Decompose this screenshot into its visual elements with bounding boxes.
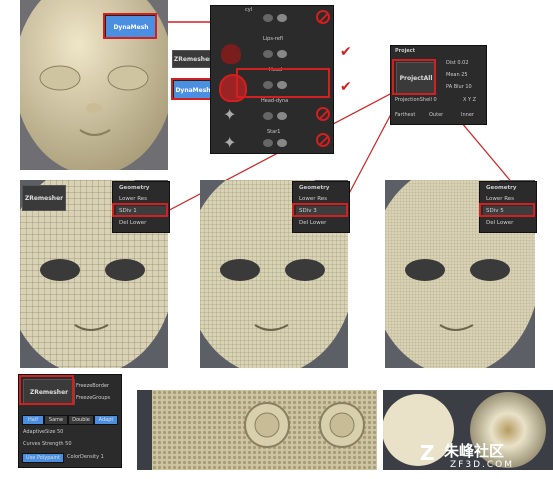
geometry-title-2: Geometry bbox=[299, 184, 330, 191]
same-button[interactable]: Same bbox=[44, 415, 68, 425]
no-icon-0 bbox=[316, 10, 330, 24]
freeze-border-button[interactable]: FreezeBorder bbox=[76, 383, 109, 389]
watermark-url: ZF3D.COM bbox=[450, 460, 514, 470]
pa-blur-slider[interactable]: PA Blur 10 bbox=[446, 84, 472, 90]
check-icon-2: ✔ bbox=[340, 79, 352, 95]
toggle-row-1[interactable] bbox=[263, 50, 323, 58]
watermark-logo-icon: Z bbox=[420, 441, 435, 465]
geometry-title-3: Geometry bbox=[486, 184, 517, 191]
sdiv1-highlight bbox=[112, 203, 168, 217]
mean-slider[interactable]: Mean 25 bbox=[446, 72, 468, 78]
del-lower-button-2[interactable]: Del Lower bbox=[296, 218, 346, 227]
star-thumb[interactable]: ✦ bbox=[223, 106, 241, 124]
texture-render bbox=[152, 390, 377, 470]
lower-res-button-2[interactable]: Lower Res bbox=[296, 194, 346, 203]
del-lower-button-3[interactable]: Del Lower bbox=[483, 218, 533, 227]
no-icon-3 bbox=[316, 107, 330, 121]
outer-button[interactable]: Outer bbox=[429, 112, 443, 118]
sdiv5-highlight bbox=[479, 203, 535, 217]
use-polypaint-button[interactable]: Use Polypaint bbox=[22, 453, 64, 463]
dynamesh-highlight bbox=[103, 13, 157, 39]
toggle-row-0[interactable] bbox=[263, 14, 323, 22]
del-lower-button-1[interactable]: Del Lower bbox=[116, 218, 166, 227]
project-title: Project bbox=[395, 48, 416, 54]
dist-slider[interactable]: Dist 0.02 bbox=[446, 60, 469, 66]
projection-shell-slider[interactable]: ProjectionShell 0 bbox=[395, 97, 437, 103]
toggle-row-4[interactable] bbox=[263, 139, 323, 147]
subtool-label-1: Lips-refl bbox=[263, 36, 283, 42]
subtool-label-0: cyl bbox=[245, 7, 253, 13]
watermark: Z 朱峰社区 ZF3D.COM bbox=[420, 440, 553, 476]
sdiv3-highlight bbox=[292, 203, 348, 217]
lower-res-button-1[interactable]: Lower Res bbox=[116, 194, 166, 203]
zremesher-highlight bbox=[19, 375, 74, 405]
geometry-title-1: Geometry bbox=[119, 184, 150, 191]
farthest-button[interactable]: Farthest bbox=[395, 112, 415, 118]
inner-button[interactable]: Inner bbox=[461, 112, 474, 118]
toggle-row-3[interactable] bbox=[263, 112, 323, 120]
zremesher-label-1: ZRemesher bbox=[22, 185, 66, 211]
texture-detail-view bbox=[137, 390, 377, 470]
subtool-item-head-thumb[interactable] bbox=[221, 44, 241, 64]
head-subtool-highlight bbox=[236, 68, 330, 98]
no-icon-4 bbox=[316, 133, 330, 147]
zremesher-button-top[interactable]: ZRemesher bbox=[172, 50, 214, 68]
project-all-highlight bbox=[392, 59, 436, 95]
subtool-label-3: Head-dyna bbox=[261, 98, 289, 104]
freeze-groups-button[interactable]: FreezeGroups bbox=[76, 395, 110, 401]
color-density-slider[interactable]: ColorDensity 1 bbox=[67, 454, 104, 460]
star-thumb-2[interactable]: ✦ bbox=[223, 134, 241, 152]
xyz-toggle[interactable]: X Y Z bbox=[463, 97, 476, 103]
check-icon-1: ✔ bbox=[340, 44, 352, 60]
adaptive-size-slider[interactable]: AdaptiveSize 50 bbox=[23, 429, 63, 435]
half-button[interactable]: Half bbox=[22, 415, 44, 425]
subtool-label-4: Star1 bbox=[267, 129, 281, 135]
double-button[interactable]: Double bbox=[68, 415, 94, 425]
watermark-text-cn: 朱峰社区 bbox=[444, 442, 505, 460]
curves-strength-slider[interactable]: Curves Strength 50 bbox=[23, 441, 72, 447]
lower-res-button-3[interactable]: Lower Res bbox=[483, 194, 533, 203]
adapt-button[interactable]: Adapt bbox=[94, 415, 118, 425]
dynamesh2-highlight bbox=[171, 78, 213, 100]
